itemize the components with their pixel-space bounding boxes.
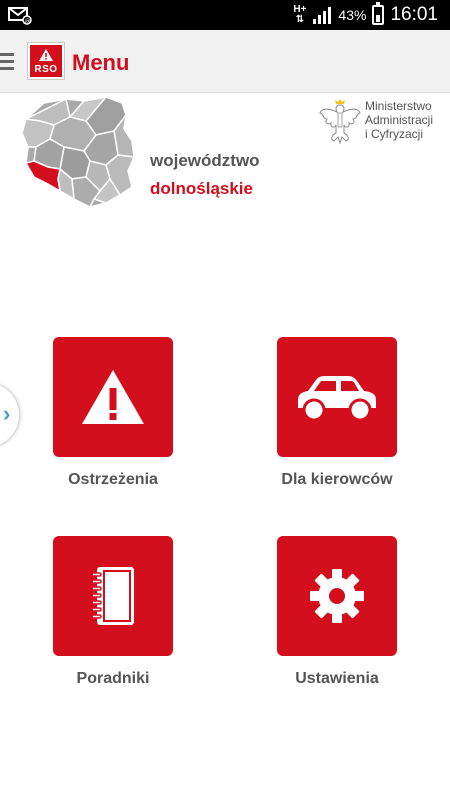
region-name: dolnośląskie (150, 179, 253, 198)
drivers-button[interactable] (277, 337, 397, 457)
warnings-label: Ostrzeżenia (68, 471, 158, 488)
svg-text:@: @ (25, 18, 31, 25)
side-drawer-handle[interactable]: › (0, 382, 20, 448)
signal-icon (313, 7, 332, 24)
tile-settings[interactable]: Ustawienia (277, 536, 397, 688)
guides-label: Poradniki (76, 670, 150, 687)
rso-logo[interactable]: RSO (28, 43, 64, 79)
settings-label: Ustawienia (295, 670, 379, 687)
page-title: Menu (72, 50, 130, 75)
notebook-icon (91, 567, 134, 625)
chevron-right-icon: › (3, 401, 11, 426)
battery-percent: 43% (338, 7, 367, 23)
battery-icon (372, 2, 385, 25)
notification-icons: @ (8, 5, 32, 30)
tile-guides[interactable]: Poradniki (53, 536, 173, 688)
ministry-line-2: Administracji (365, 113, 434, 127)
guides-button[interactable] (53, 536, 173, 656)
drivers-label: Dla kierowców (281, 471, 393, 488)
clock: 16:01 (390, 4, 438, 25)
status-bar: @ H+ ⇅ 43% 16:01 (0, 0, 450, 30)
warning-logo-icon (39, 49, 53, 61)
poland-map-icon (21, 95, 136, 209)
drawer-menu-icon[interactable] (0, 53, 14, 74)
gear-icon (310, 569, 364, 623)
network-type-icon: H+ ⇅ (293, 4, 307, 25)
region-label: województwo (150, 151, 260, 170)
logo-text: RSO (34, 64, 58, 75)
warning-icon (82, 370, 144, 424)
car-icon (298, 376, 376, 422)
app-bar: RSO Menu (0, 30, 450, 93)
tile-drivers[interactable]: Dla kierowców (277, 337, 397, 489)
settings-button[interactable] (277, 536, 397, 656)
ministry-line-3: i Cyfryzacji (365, 127, 424, 141)
ministry-logo: Ministerstwo Administracji i Cyfryzacji (318, 97, 440, 147)
eagle-emblem-icon (319, 99, 361, 145)
ministry-line-1: Ministerstwo (365, 99, 432, 113)
warnings-button[interactable] (53, 337, 173, 457)
mail-notification-icon: @ (8, 7, 32, 25)
tile-warnings[interactable]: Ostrzeżenia (53, 337, 173, 489)
